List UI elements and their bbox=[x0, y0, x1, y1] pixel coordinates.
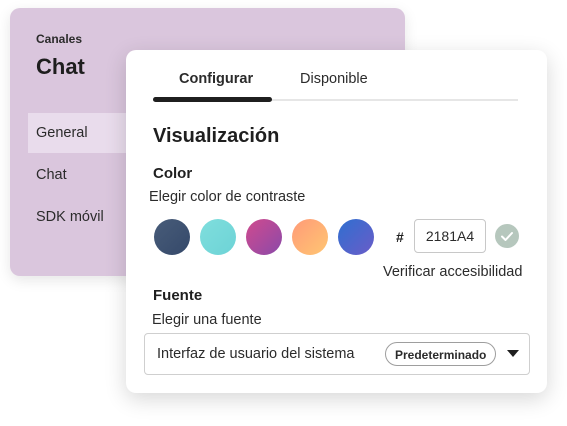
chevron-down-icon[interactable] bbox=[507, 350, 519, 357]
tab-bar: Configurar Disponible bbox=[153, 50, 518, 104]
default-badge: Predeterminado bbox=[385, 342, 497, 366]
tab-configurar[interactable]: Configurar bbox=[179, 71, 253, 87]
active-tab-indicator bbox=[153, 97, 272, 102]
nav-item-chat[interactable]: Chat bbox=[28, 155, 138, 195]
settings-card: Configurar Disponible Visualización Colo… bbox=[126, 50, 547, 393]
swatch-teal[interactable] bbox=[200, 219, 236, 255]
nav-item-general[interactable]: General bbox=[28, 113, 138, 153]
color-subtitle: Elegir color de contraste bbox=[149, 189, 306, 205]
swatch-peach[interactable] bbox=[292, 219, 328, 255]
font-select-value: Interfaz de usuario del sistema bbox=[157, 346, 355, 362]
hex-color-input[interactable] bbox=[414, 219, 486, 253]
section-title: Visualización bbox=[153, 125, 280, 147]
verify-accessibility-link[interactable]: Verificar accesibilidad bbox=[383, 264, 522, 280]
swatch-magenta[interactable] bbox=[246, 219, 282, 255]
section-label: Canales bbox=[36, 32, 83, 46]
tab-disponible[interactable]: Disponible bbox=[300, 71, 368, 87]
check-icon[interactable] bbox=[495, 224, 519, 248]
hash-symbol: # bbox=[396, 229, 404, 245]
side-nav: General Chat SDK móvil bbox=[28, 113, 138, 239]
font-subtitle: Elegir una fuente bbox=[152, 312, 262, 328]
color-label: Color bbox=[153, 165, 193, 182]
font-select[interactable]: Interfaz de usuario del sistema Predeter… bbox=[144, 333, 530, 375]
font-label: Fuente bbox=[153, 287, 203, 304]
swatch-navy[interactable] bbox=[154, 219, 190, 255]
swatch-blue[interactable] bbox=[338, 219, 374, 255]
page-title: Chat bbox=[36, 54, 85, 79]
nav-item-sdk-movil[interactable]: SDK móvil bbox=[28, 197, 138, 237]
